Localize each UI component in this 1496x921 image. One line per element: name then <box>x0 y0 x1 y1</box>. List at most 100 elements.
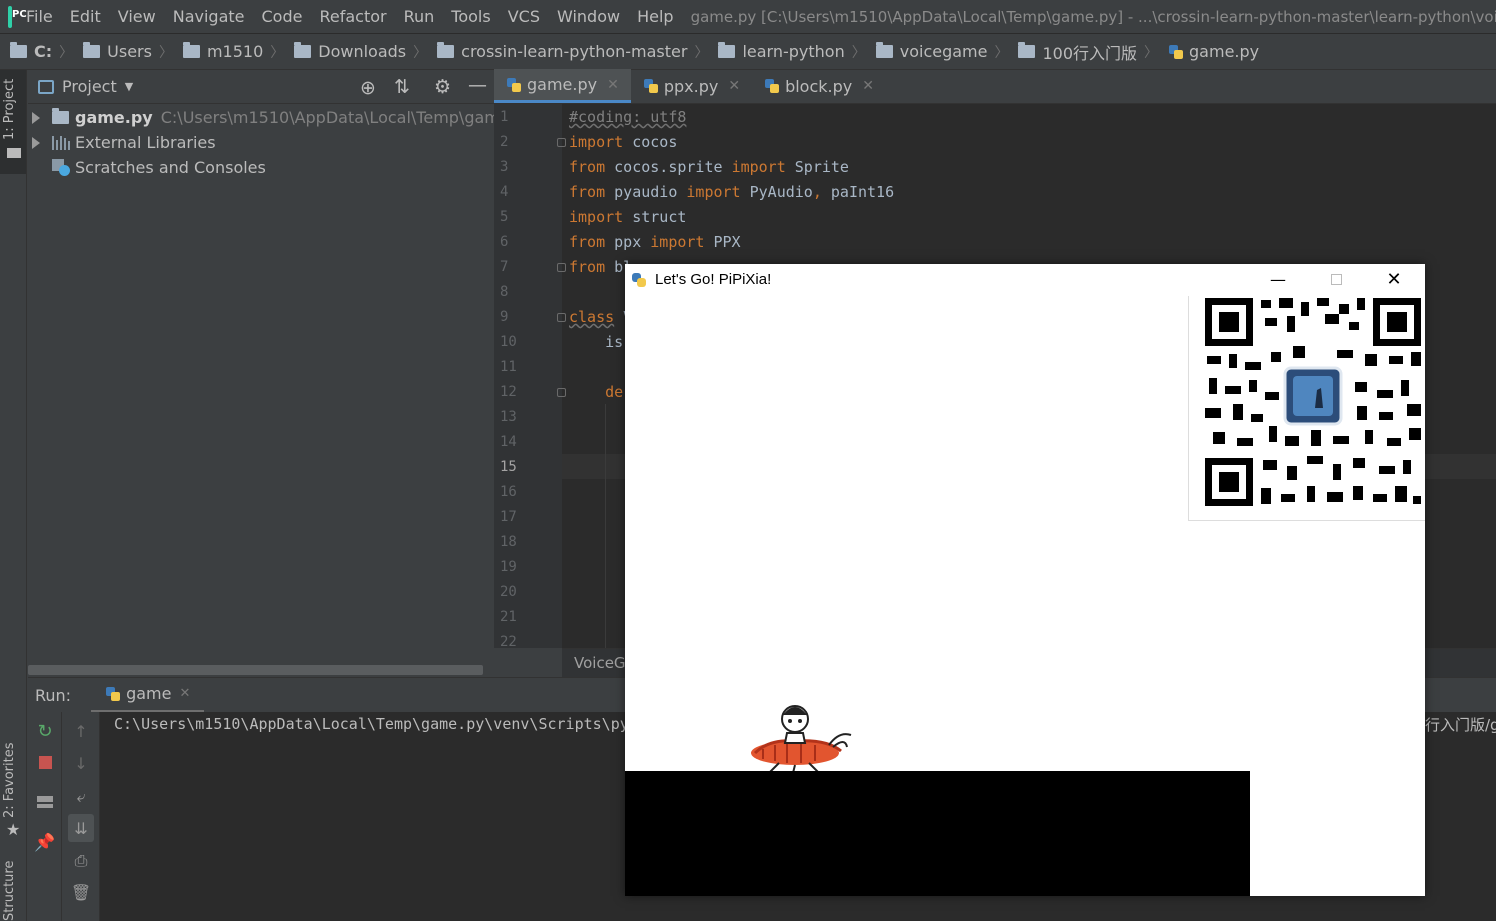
python-file-icon <box>764 78 780 94</box>
collapse-all-icon[interactable]: ⇅ <box>394 76 410 98</box>
locate-target-icon[interactable]: ⊕ <box>360 77 376 99</box>
close-window-button[interactable]: ✕ <box>1365 264 1423 295</box>
breadcrumb-users[interactable]: Users 〉 <box>83 42 173 62</box>
editor-tabs: game.py ✕ ppx.py ✕ block.py ✕ <box>494 69 1496 104</box>
menu-file[interactable]: File <box>26 7 53 26</box>
folder-icon <box>7 148 21 158</box>
project-panel-title[interactable]: Project <box>62 77 117 96</box>
window-title: game.py [C:\Users\m1510\AppData\Local\Te… <box>690 7 1496 26</box>
breadcrumb-voicegame[interactable]: voicegame 〉 <box>875 42 1008 62</box>
folder-icon <box>718 42 736 58</box>
tree-item-scratches[interactable]: Scratches and Consoles <box>52 155 266 180</box>
fold-marker-icon[interactable] <box>557 263 566 272</box>
close-icon[interactable]: ✕ <box>862 78 874 94</box>
tree-item-external-libraries[interactable]: External Libraries <box>28 130 216 155</box>
minimize-panel-icon[interactable]: — <box>468 74 487 96</box>
folder-icon <box>83 42 101 58</box>
code-line-3: from cocos.sprite import Sprite <box>569 158 849 176</box>
breadcrumb: C: 〉 Users 〉 m1510 〉 Downloads 〉 crossin-lea… <box>0 34 1496 70</box>
rerun-icon[interactable]: ↻ <box>36 721 54 742</box>
editor-footer-label[interactable]: VoiceG <box>574 654 626 672</box>
menu-window[interactable]: Window <box>557 7 620 26</box>
menu-navigate[interactable]: Navigate <box>173 7 245 26</box>
project-panel-header: Project ▼ ⊕ ⇅ ⚙ — <box>28 70 494 104</box>
menu-code[interactable]: Code <box>262 7 303 26</box>
breadcrumb-drive[interactable]: C: 〉 <box>10 42 73 62</box>
library-icon <box>52 135 70 150</box>
code-line-2: import cocos <box>569 133 678 151</box>
python-file-icon <box>1168 44 1184 60</box>
project-panel: Project ▼ ⊕ ⇅ ⚙ — game.py C:\Users\m1510… <box>28 70 534 677</box>
python-file-icon <box>643 78 659 94</box>
pipixia-character-sprite <box>751 705 852 773</box>
breadcrumb-repo[interactable]: crossin-learn-python-master 〉 <box>437 42 708 62</box>
qr-code-image <box>1188 296 1425 521</box>
breadcrumb-learn-python[interactable]: learn-python 〉 <box>718 42 866 62</box>
tab-game-py[interactable]: game.py ✕ <box>494 69 631 103</box>
scroll-to-end-icon[interactable]: ⇊ <box>68 814 94 842</box>
close-icon[interactable]: ✕ <box>607 77 619 93</box>
arrow-up-icon[interactable]: ↑ <box>72 722 90 741</box>
folder-icon <box>52 108 69 124</box>
star-icon: ★ <box>6 820 21 839</box>
fold-marker-icon[interactable] <box>557 138 566 147</box>
left-tool-strip: 1: Project 2: Favorites ★ Structure <box>0 70 27 921</box>
python-file-icon <box>105 686 121 702</box>
breadcrumb-downloads[interactable]: Downloads 〉 <box>294 42 427 62</box>
menu-view[interactable]: View <box>118 7 156 26</box>
code-line-9: class V <box>569 308 633 326</box>
game-window[interactable]: Let's Go! PiPiXia! — ✕ <box>625 264 1425 896</box>
tree-item-label: External Libraries <box>75 133 216 152</box>
tab-ppx-py[interactable]: ppx.py ✕ <box>631 69 752 103</box>
menu-bar: PC File Edit View Navigate Code Refactor… <box>0 0 1496 34</box>
print-icon[interactable]: ⎙ <box>72 851 90 870</box>
minimize-window-button[interactable]: — <box>1249 264 1307 295</box>
arrow-down-icon[interactable]: ↓ <box>72 754 90 773</box>
menu-run[interactable]: Run <box>404 7 435 26</box>
breadcrumb-100-lines[interactable]: 100行入门版〉 <box>1018 40 1158 64</box>
soft-wrap-icon[interactable]: ⤶ <box>72 787 90 806</box>
maximize-window-button[interactable] <box>1307 264 1365 295</box>
breadcrumb-file[interactable]: game.py <box>1168 42 1259 61</box>
horizontal-scrollbar[interactable] <box>28 665 483 675</box>
layout-icon[interactable] <box>36 793 54 811</box>
structure-tool-tab[interactable]: Structure <box>2 861 17 921</box>
menu-help[interactable]: Help <box>637 7 673 26</box>
code-line-4: from pyaudio import PyAudio, paInt16 <box>569 183 895 201</box>
gear-icon[interactable]: ⚙ <box>434 76 451 98</box>
run-toolbar-primary: ↻ 📌 <box>28 712 62 921</box>
tree-item-game-py[interactable]: game.py C:\Users\m1510\AppData\Local\Tem… <box>28 105 534 130</box>
menu-refactor[interactable]: Refactor <box>319 7 386 26</box>
console-output-line: C:\Users\m1510\AppData\Local\Temp\game.p… <box>114 715 629 733</box>
menu-edit[interactable]: Edit <box>70 7 101 26</box>
menu-tools[interactable]: Tools <box>451 7 490 26</box>
code-line-5: import struct <box>569 208 687 226</box>
fold-marker-icon[interactable] <box>557 313 566 322</box>
pycharm-logo-icon: PC <box>8 5 27 28</box>
stop-icon[interactable] <box>36 753 54 771</box>
console-output-tail: 行入门版/g <box>1425 716 1496 734</box>
code-line-12: de <box>569 383 624 401</box>
project-view-icon <box>38 79 54 94</box>
menu-vcs[interactable]: VCS <box>508 7 540 26</box>
breadcrumb-user[interactable]: m1510 〉 <box>182 42 284 62</box>
expand-arrow-icon[interactable] <box>32 111 40 124</box>
python-file-icon <box>506 77 522 93</box>
chevron-down-icon[interactable]: ▼ <box>125 80 133 93</box>
tab-block-py[interactable]: block.py ✕ <box>752 69 886 103</box>
expand-arrow-icon[interactable] <box>32 136 40 149</box>
close-icon[interactable]: ✕ <box>728 78 740 94</box>
fold-marker-icon[interactable] <box>557 388 566 397</box>
pin-icon[interactable]: 📌 <box>34 833 55 853</box>
trash-icon[interactable]: 🗑 <box>71 883 91 902</box>
tree-item-path: C:\Users\m1510\AppData\Local\Temp\game.p… <box>160 108 535 127</box>
favorites-tool-tab[interactable]: 2: Favorites <box>2 742 17 818</box>
run-tab-game[interactable]: game ✕ <box>91 678 205 713</box>
close-icon[interactable]: ✕ <box>179 686 190 701</box>
run-toolbar-secondary: ↑ ↓ ⤶ ⇊ ⎙ 🗑 <box>62 712 100 921</box>
project-tool-tab-label[interactable]: 1: Project <box>2 79 17 140</box>
game-window-titlebar[interactable]: Let's Go! PiPiXia! — ✕ <box>625 264 1425 295</box>
tree-item-label: game.py <box>75 108 153 127</box>
tree-item-label: Scratches and Consoles <box>75 158 266 177</box>
qr-code-graphic <box>1205 298 1421 506</box>
